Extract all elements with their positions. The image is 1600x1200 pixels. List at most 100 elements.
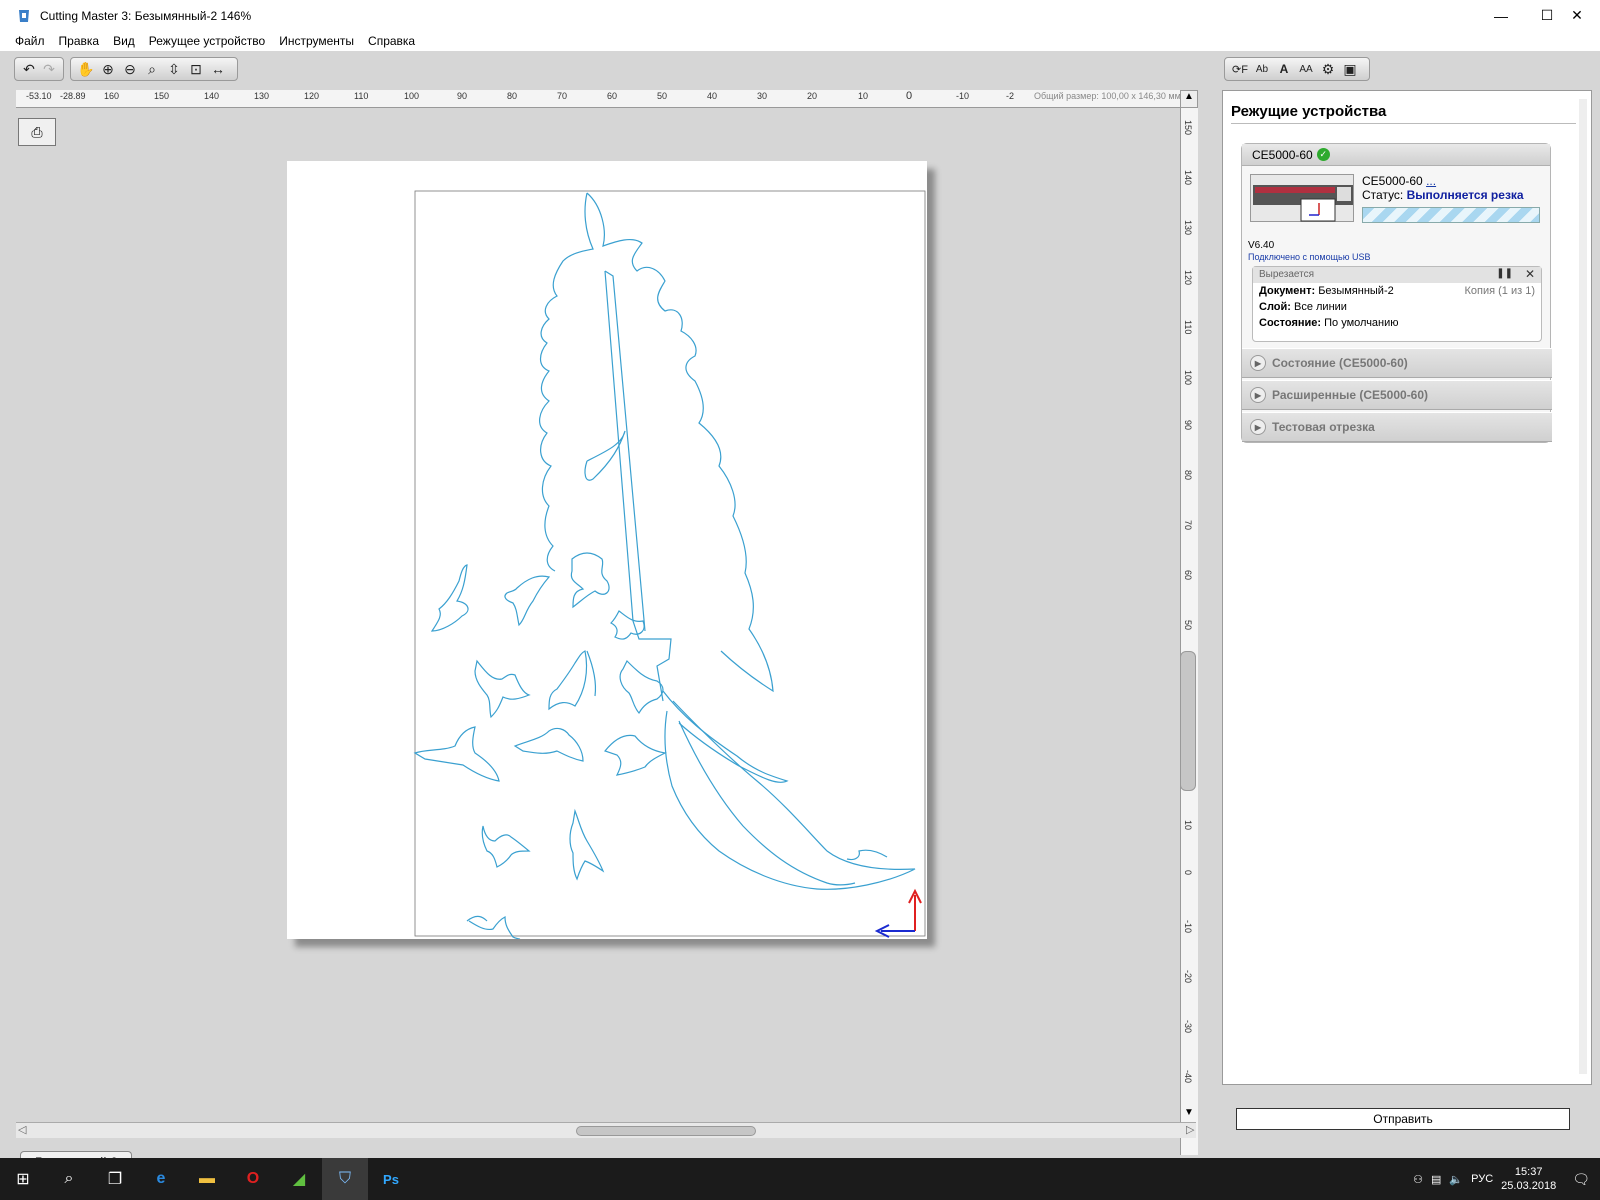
menu-cutting-device[interactable]: Режущее устройство — [149, 34, 265, 48]
zoom-fit-icon[interactable]: ⊡ — [185, 59, 207, 79]
artwork[interactable] — [287, 161, 927, 940]
vertical-scrollbar-thumb[interactable] — [1180, 651, 1196, 791]
edge-icon[interactable]: e — [138, 1158, 184, 1200]
job-layer-value: Все линии — [1294, 301, 1347, 313]
job-header-label: Вырезается — [1259, 269, 1315, 280]
job-header: Вырезается ❚❚ ✕ — [1253, 267, 1541, 283]
job-box: Вырезается ❚❚ ✕ Документ: Безымянный-2 К… — [1252, 266, 1542, 342]
vertical-ruler: 150 140 130 120 110 100 90 80 70 60 50 4… — [1180, 108, 1198, 1155]
taskbar: ⊞ ⌕ ❐ e ▬ O ◢ ⛉ Ps ⚇ ▤ 🔈 РУС 15:37 25.03… — [0, 1158, 1600, 1200]
clock-date: 25.03.2018 — [1501, 1180, 1557, 1192]
zoom-selection-icon[interactable]: ⌕ — [141, 59, 163, 79]
ruler-tick: 30 — [757, 91, 768, 101]
section-status[interactable]: ▶ Состояние (CE5000-60) — [1242, 348, 1552, 378]
cutting-devices-panel: Режущие устройства CE5000-60 ✓ CE5000-60… — [1222, 90, 1592, 1085]
search-icon[interactable]: ⌕ — [46, 1158, 92, 1200]
job-doc-label: Документ: — [1259, 285, 1316, 297]
ruler-tick: 50 — [1183, 620, 1193, 631]
printer-icon[interactable]: ⎙ — [18, 118, 56, 146]
device-icon[interactable]: ▣ — [1339, 59, 1361, 79]
hand-icon[interactable]: ✋ — [75, 59, 97, 79]
pause-icon[interactable]: ❚❚ — [1496, 268, 1513, 279]
people-icon[interactable]: ⚇ — [1413, 1173, 1423, 1186]
expand-icon: ▶ — [1250, 387, 1266, 403]
cut-settings-icon[interactable]: ⟳F — [1229, 59, 1251, 79]
ruler-tick: -20 — [1183, 970, 1193, 984]
ruler-tick: 20 — [807, 91, 818, 101]
connection-status[interactable]: Подключено с помощью USB — [1248, 252, 1370, 262]
panel-scrollbar[interactable] — [1579, 99, 1587, 1074]
device-more-link[interactable]: ... — [1426, 174, 1436, 188]
feather-shape — [539, 192, 916, 890]
ruler-tick: 0 — [906, 90, 913, 102]
ruler-tick: 10 — [1183, 820, 1193, 831]
scroll-left-button[interactable]: ◁ — [18, 1123, 26, 1136]
menu-help[interactable]: Справка — [368, 34, 415, 48]
menu-edit[interactable]: Правка — [59, 34, 100, 48]
gear-icon[interactable]: ⚙ — [1317, 59, 1339, 79]
ruler-tick: 60 — [1183, 570, 1193, 581]
ruler-tick: 140 — [1183, 170, 1193, 186]
scroll-right-button[interactable]: ▷ — [1186, 1123, 1194, 1136]
section-test-cut[interactable]: ▶ Тестовая отрезка — [1242, 412, 1552, 442]
zoom-in-icon[interactable]: ⊕ — [97, 59, 119, 79]
job-layer-label: Слой: — [1259, 301, 1291, 313]
ruler-tick: 130 — [1183, 220, 1193, 236]
text-size-icon[interactable]: AA — [1295, 59, 1317, 79]
status-label: Статус: — [1362, 188, 1404, 202]
font-icon[interactable]: A — [1273, 59, 1295, 79]
section-advanced[interactable]: ▶ Расширенные (CE5000-60) — [1242, 380, 1552, 410]
zoom-out-icon[interactable]: ⊖ — [119, 59, 141, 79]
origin-axes — [874, 888, 922, 938]
redo-button[interactable]: ↷ — [39, 59, 59, 79]
task-view-icon[interactable]: ❐ — [92, 1158, 138, 1200]
close-icon[interactable]: ✕ — [1525, 267, 1535, 281]
ruler-tick: 70 — [557, 91, 568, 101]
network-icon[interactable]: ▤ — [1431, 1173, 1441, 1186]
ruler-tick: 140 — [204, 91, 220, 101]
scroll-up-button[interactable]: ▲ — [1180, 90, 1198, 108]
windows-start-icon[interactable]: ⊞ — [0, 1158, 46, 1200]
design-canvas[interactable]: ⎙ — [16, 108, 1180, 1155]
clock[interactable]: 15:37 25.03.2018 — [1501, 1165, 1556, 1193]
file-explorer-icon[interactable]: ▬ — [184, 1158, 230, 1200]
corel-icon[interactable]: ◢ — [276, 1158, 322, 1200]
input-language[interactable]: РУС — [1471, 1173, 1493, 1185]
device-card-header[interactable]: CE5000-60 ✓ — [1242, 144, 1550, 166]
device-name: CE5000-60 — [1362, 174, 1423, 188]
text-icon[interactable]: Ab — [1251, 59, 1273, 79]
ruler-tick: 90 — [1183, 420, 1193, 431]
zoom-width-icon[interactable]: ↔ — [207, 59, 229, 79]
cutting-master-icon[interactable]: ⛉ — [322, 1158, 368, 1200]
minimize-button[interactable]: — — [1478, 0, 1524, 31]
menu-file[interactable]: Файл — [15, 34, 45, 48]
zoom-page-icon[interactable]: ⇳ — [163, 59, 185, 79]
cut-area-border — [414, 190, 926, 937]
photoshop-icon[interactable]: Ps — [368, 1158, 414, 1200]
check-icon: ✓ — [1316, 148, 1330, 161]
volume-icon[interactable]: 🔈 — [1449, 1173, 1463, 1186]
ruler-tick: 150 — [1183, 120, 1193, 136]
ruler-tick: 150 — [154, 91, 170, 101]
menu-tools[interactable]: Инструменты — [279, 34, 354, 48]
ruler-tick: -30 — [1183, 1020, 1193, 1034]
job-copy-count: Копия (1 из 1) — [1464, 285, 1535, 297]
ruler-tick: 90 — [457, 91, 468, 101]
firmware-version: V6.40 — [1248, 240, 1275, 251]
ruler-tick: 40 — [707, 91, 718, 101]
horizontal-scrollbar-thumb[interactable] — [576, 1126, 756, 1136]
opera-icon[interactable]: O — [230, 1158, 276, 1200]
send-button[interactable]: Отправить — [1236, 1108, 1570, 1130]
device-info: CE5000-60 ... Статус: Выполняется резка — [1362, 174, 1548, 223]
close-button[interactable]: ✕ — [1554, 0, 1600, 31]
plotter-image — [1250, 174, 1354, 222]
horizontal-scrollbar[interactable]: ◁ ▷ — [16, 1122, 1196, 1138]
expand-icon: ▶ — [1250, 419, 1266, 435]
notifications-icon[interactable]: 🗨 — [1572, 1171, 1590, 1188]
menu-view[interactable]: Вид — [113, 34, 135, 48]
job-state-value: По умолчанию — [1324, 317, 1399, 329]
section-test-cut-label: Тестовая отрезка — [1272, 420, 1375, 434]
overall-size-label: Общий размер: 100,00 x 146,30 мм — [1034, 91, 1181, 101]
undo-button[interactable]: ↶ — [19, 59, 39, 79]
ruler-tick: 120 — [304, 91, 320, 101]
